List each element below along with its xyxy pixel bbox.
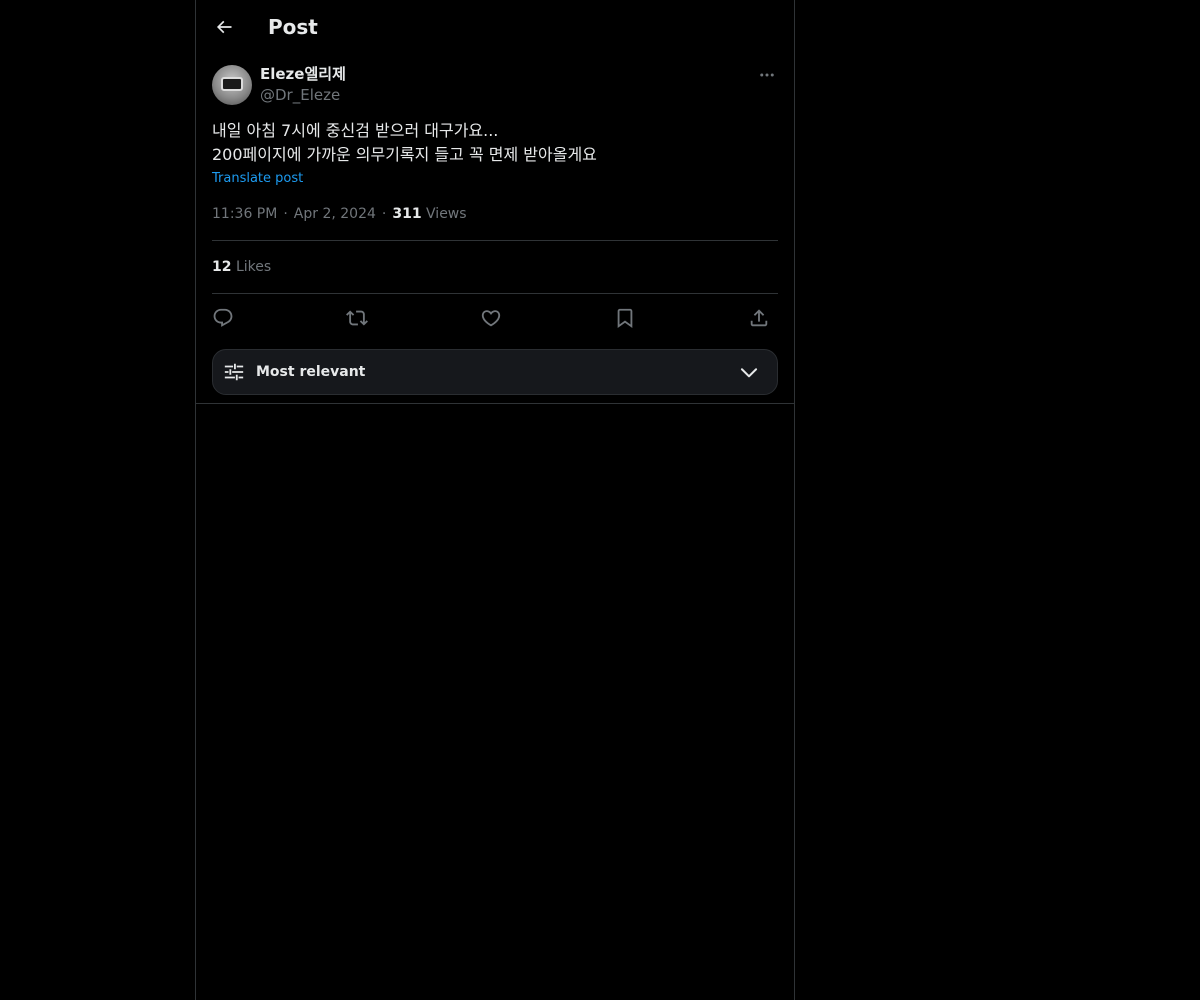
primary-column: Post Eleze엘리제 @Dr_Eleze 내일 아침 7시에 중신검 받으… [195, 0, 795, 1000]
chevron-down-icon [740, 368, 758, 378]
section-divider [196, 403, 794, 404]
back-button[interactable] [208, 11, 240, 43]
bookmark-icon [617, 308, 633, 329]
arrow-left-icon [216, 20, 232, 34]
repost-icon [346, 310, 368, 326]
divider [212, 240, 778, 241]
more-options-button[interactable] [756, 64, 778, 86]
reply-sort-dropdown[interactable]: Most relevant [212, 349, 778, 395]
like-button[interactable] [478, 305, 504, 331]
likes-label: Likes [235, 259, 272, 275]
views-count: 311 [392, 206, 422, 222]
post-actions [212, 303, 778, 333]
reply-button[interactable] [210, 305, 236, 331]
avatar[interactable] [212, 65, 252, 105]
post-text: 내일 아침 7시에 중신검 받으러 대구가요... 200페이지에 가까운 의무… [212, 119, 778, 167]
reply-icon [213, 308, 233, 327]
divider [212, 293, 778, 294]
post-author: Eleze엘리제 @Dr_Eleze [212, 64, 778, 108]
sort-label: Most relevant [256, 364, 366, 380]
share-icon [750, 309, 768, 327]
likes-count: 12 [212, 259, 232, 275]
post-date[interactable]: Apr 2, 2024 [294, 206, 376, 222]
post-header: Post [196, 0, 794, 54]
sliders-icon [224, 363, 244, 381]
repost-button[interactable] [344, 305, 370, 331]
post-text-line: 200페이지에 가까운 의무기록지 들고 꼭 면제 받아올게요 [212, 145, 597, 164]
views-label: Views [426, 206, 467, 222]
likes-link[interactable]: 12 Likes [212, 257, 271, 277]
bookmark-button[interactable] [612, 305, 638, 331]
author-display-name[interactable]: Eleze엘리제 [260, 64, 346, 84]
share-button[interactable] [746, 305, 772, 331]
meta-separator: · [381, 206, 387, 222]
meta-separator: · [283, 206, 288, 222]
avatar-image [221, 77, 243, 91]
post-metadata: 11:36 PM · Apr 2, 2024 · 311 Views [212, 204, 467, 224]
translate-post-link[interactable]: Translate post [212, 170, 303, 188]
post-time[interactable]: 11:36 PM [212, 206, 277, 222]
post-text-line: 내일 아침 7시에 중신검 받으러 대구가요... [212, 121, 499, 140]
author-handle[interactable]: @Dr_Eleze [260, 85, 340, 105]
page-title: Post [268, 15, 318, 39]
more-icon [760, 73, 774, 77]
heart-icon [481, 310, 501, 327]
